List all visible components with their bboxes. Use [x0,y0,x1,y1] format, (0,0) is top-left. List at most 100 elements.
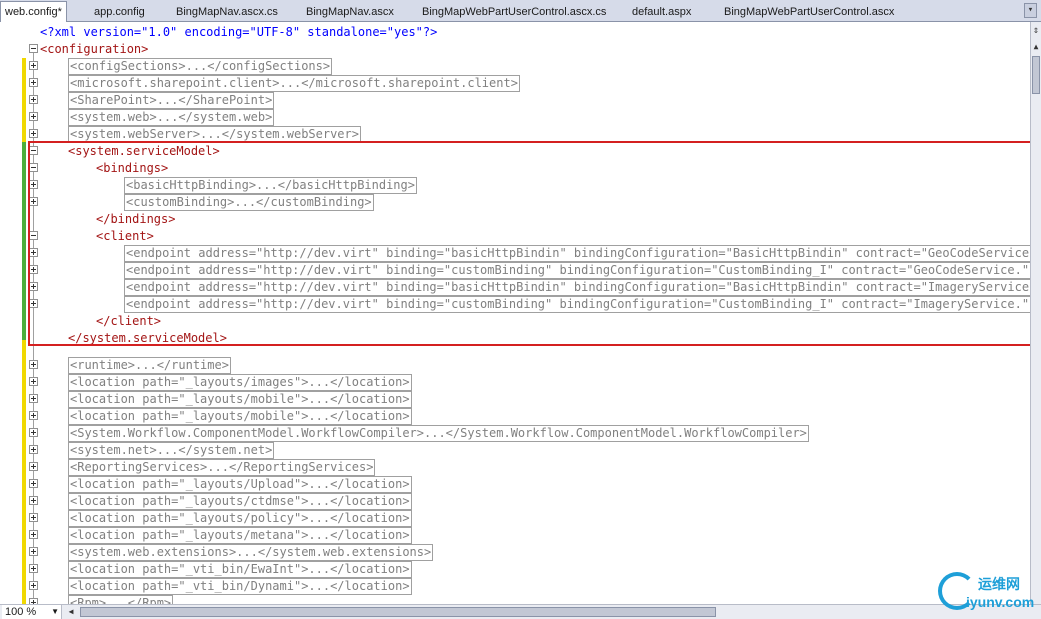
collapsed-region[interactable]: <location path="_vti_bin/Dynami">...</lo… [68,578,412,595]
document-tab-strip: web.config* app.config BingMapNav.ascx.c… [0,0,1041,22]
expand-icon[interactable] [29,95,38,104]
client-open-tag: <client> [96,229,154,243]
collapse-icon[interactable] [29,146,38,155]
zoom-dropdown[interactable]: 100 % ▼ [2,605,62,619]
collapsed-region[interactable]: <location path="_layouts/policy">...</lo… [68,510,412,527]
scroll-left-icon[interactable]: ◀ [66,606,76,618]
expand-icon[interactable] [29,394,38,403]
collapsed-region-line: <ReportingServices>...</ReportingService… [68,459,376,476]
vertical-scroll-thumb[interactable] [1032,56,1040,94]
collapsed-region[interactable]: <configSections>...</configSections> [68,58,333,75]
collapsed-region[interactable]: <system.webServer>...</system.webServer> [68,126,361,143]
collapsed-region-line: <location path="_layouts/images">...</lo… [68,374,412,391]
tab-bingmapwebpartusercontrol-ascx-cs[interactable]: BingMapWebPartUserControl.ascx.cs [418,2,610,22]
service-model-close-tag: </system.serviceModel> [68,331,227,345]
expand-icon[interactable] [29,496,38,505]
collapsed-region[interactable]: <location path="_layouts/mobile">...</lo… [68,408,412,425]
collapsed-region-line: <system.net>...</system.net> [68,442,275,459]
expand-icon[interactable] [29,377,38,386]
collapsed-region-line: <runtime>...</runtime> [68,357,231,374]
expand-icon[interactable] [29,530,38,539]
expand-icon[interactable] [29,129,38,138]
collapsed-region-line: <SharePoint>...</SharePoint> [68,92,275,109]
scroll-up-icon[interactable]: ▲ [1031,40,1041,54]
endpoint-element[interactable]: <endpoint address="http://dev.virt" bind… [124,262,1030,279]
collapsed-region[interactable]: <system.web.extensions>...</system.web.e… [68,544,434,561]
expand-icon[interactable] [29,248,38,257]
xml-declaration: <?xml version="1.0" encoding="UTF-8" sta… [40,25,438,39]
expand-icon[interactable] [29,61,38,70]
collapsed-region-line: <location path="_layouts/ctdmse">...</lo… [68,493,412,510]
tab-app-config[interactable]: app.config [90,2,149,22]
editor-bottom-bar: 100 % ▼ ◀ [0,604,1041,619]
collapsed-region-line: <system.webServer>...</system.webServer> [68,126,361,143]
expand-icon[interactable] [29,282,38,291]
expand-icon[interactable] [29,265,38,274]
tab-bingmapnav-ascx-cs[interactable]: BingMapNav.ascx.cs [172,2,282,22]
watermark-logo: 运维网 iyunv.com [938,572,1038,616]
expand-icon[interactable] [29,411,38,420]
collapsed-region[interactable]: <location path="_layouts/mobile">...</lo… [68,391,412,408]
collapsed-region[interactable]: <Rpm>...</Rpm> [68,595,174,604]
collapsed-region[interactable]: <microsoft.sharepoint.client>...</micros… [68,75,520,92]
code-editor[interactable]: <?xml version="1.0" encoding="UTF-8" sta… [0,22,1030,604]
collapsed-region-line: <location path="_layouts/metana">...</lo… [68,527,412,544]
collapsed-region[interactable]: <location path="_layouts/metana">...</lo… [68,527,412,544]
change-bar-saved [22,58,26,142]
collapsed-region[interactable]: <basicHttpBinding>...</basicHttpBinding> [124,177,417,194]
collapsed-region[interactable]: <system.web>...</system.web> [68,109,275,126]
endpoint-line: <endpoint address="http://dev.virt" bind… [124,245,1030,262]
tab-bingmapnav-ascx[interactable]: BingMapNav.ascx [302,2,398,22]
collapsed-region[interactable]: <SharePoint>...</SharePoint> [68,92,275,109]
configuration-open-tag: <configuration> [40,42,149,56]
collapsed-region[interactable]: <customBinding>...</customBinding> [124,194,374,211]
endpoint-element[interactable]: <endpoint address="http://dev.virt" bind… [124,279,1030,296]
expand-icon[interactable] [29,180,38,189]
collapsed-region[interactable]: <location path="_vti_bin/EwaInt">...</lo… [68,561,412,578]
collapsed-region-line: <location path="_layouts/mobile">...</lo… [68,391,412,408]
change-bar-saved [22,340,26,604]
expand-icon[interactable] [29,445,38,454]
endpoint-element[interactable]: <endpoint address="http://dev.virt" bind… [124,296,1030,313]
expand-icon[interactable] [29,479,38,488]
collapsed-region[interactable]: <location path="_layouts/images">...</lo… [68,374,412,391]
collapsed-region[interactable]: <runtime>...</runtime> [68,357,231,374]
expand-icon[interactable] [29,581,38,590]
tab-web-config[interactable]: web.config* [0,1,67,22]
expand-icon[interactable] [29,547,38,556]
expand-icon[interactable] [29,299,38,308]
expand-icon[interactable] [29,564,38,573]
watermark-text-cn: 运维网 [978,577,1020,593]
expand-icon[interactable] [29,197,38,206]
collapsed-region[interactable]: <ReportingServices>...</ReportingService… [68,459,376,476]
collapsed-region[interactable]: <location path="_layouts/ctdmse">...</lo… [68,493,412,510]
expand-icon[interactable] [29,462,38,471]
collapsed-region[interactable]: <System.Workflow.ComponentModel.Workflow… [68,425,809,442]
expand-icon[interactable] [29,78,38,87]
editor-margin [0,22,22,604]
split-handle-icon[interactable]: ⇕ [1031,24,1041,38]
collapsed-region-line: <configSections>...</configSections> [68,58,333,75]
collapsed-region[interactable]: <location path="_layouts/Upload">...</lo… [68,476,412,493]
expand-icon[interactable] [29,112,38,121]
expand-icon[interactable] [29,513,38,522]
change-bar-modified [22,142,26,340]
endpoint-line: <endpoint address="http://dev.virt" bind… [124,296,1030,313]
expand-icon[interactable] [29,428,38,437]
vertical-scrollbar[interactable]: ⇕ ▲ [1030,22,1041,604]
tab-overflow-dropdown-icon[interactable]: ▾ [1024,3,1037,18]
horizontal-scroll-thumb[interactable] [80,607,716,617]
endpoint-element[interactable]: <endpoint address="http://dev.virt" bind… [124,245,1030,262]
tab-bingmapwebpartusercontrol-ascx[interactable]: BingMapWebPartUserControl.ascx [720,2,898,22]
collapsed-region-line: <location path="_vti_bin/EwaInt">...</lo… [68,561,412,578]
collapsed-region-line: <microsoft.sharepoint.client>...</micros… [68,75,520,92]
tab-default-aspx[interactable]: default.aspx [628,2,695,22]
collapsed-region[interactable]: <system.net>...</system.net> [68,442,275,459]
bindings-open-tag: <bindings> [96,161,169,175]
collapse-icon[interactable] [29,163,38,172]
collapse-icon[interactable] [29,231,38,240]
collapse-icon[interactable] [29,44,38,53]
bindings-close-tag: </bindings> [96,212,176,226]
collapsed-region-line: <system.web>...</system.web> [68,109,275,126]
expand-icon[interactable] [29,360,38,369]
